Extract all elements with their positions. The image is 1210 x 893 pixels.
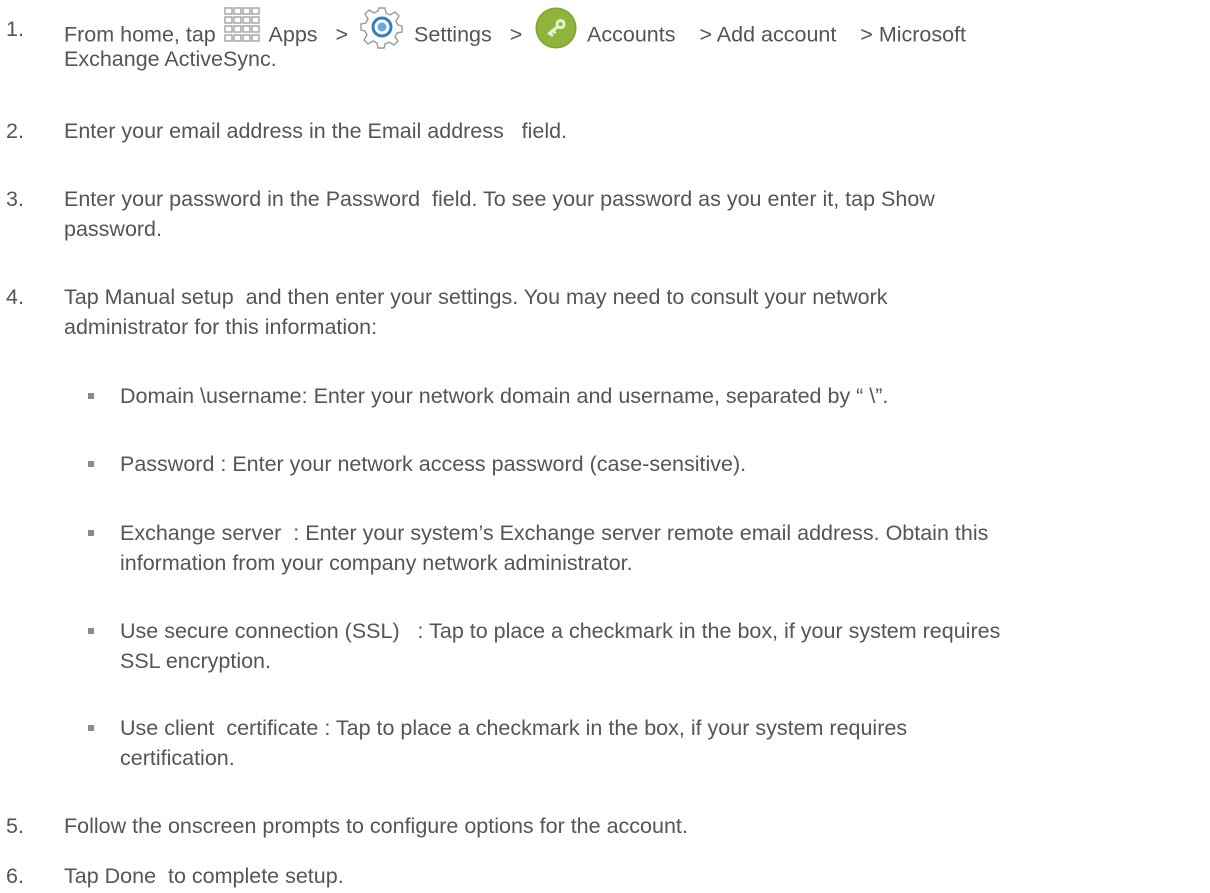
step-number: 4.	[6, 285, 24, 309]
substep-line: Domain \username: Enter your network dom…	[120, 384, 889, 408]
bullet-marker	[88, 530, 94, 536]
step-number: 3.	[6, 187, 24, 211]
step-line: Enter your password in the Password fiel…	[64, 187, 935, 211]
add-account-text: > Add account	[699, 22, 837, 47]
step-line: administrator for this information:	[64, 315, 378, 339]
step-line: Enter your email address in the Email ad…	[64, 119, 568, 143]
substep-line: Use secure connection (SSL) : Tap to pla…	[120, 619, 1001, 643]
step-line: Tap Manual setup and then enter your set…	[64, 285, 888, 309]
step-number: 1.	[6, 17, 24, 41]
substep-line: certification.	[120, 746, 235, 770]
step-1: 1. From home, tap Apps > Settings > Acco…	[6, 7, 1196, 78]
bullet-marker	[88, 393, 94, 399]
substep-client-certificate: Use client certificate : Tap to place a …	[88, 713, 1198, 773]
substep-line: Exchange server : Enter your system’s Ex…	[120, 521, 989, 545]
step-line: Exchange ActiveSync.	[64, 47, 277, 71]
step-line: Tap Done to complete setup.	[64, 864, 344, 888]
step-2: 2. Enter your email address in the Email…	[6, 116, 1196, 146]
microsoft-text: > Microsoft	[860, 22, 967, 47]
step-3: 3. Enter your password in the Password f…	[6, 184, 1196, 244]
step-6: 6. Tap Done to complete setup.	[6, 861, 1196, 891]
step-5: 5. Follow the onscreen prompts to config…	[6, 811, 1196, 841]
separator: >	[335, 22, 349, 47]
step-4: 4. Tap Manual setup and then enter your …	[6, 282, 1196, 342]
bullet-marker	[88, 461, 94, 467]
step-number: 5.	[6, 814, 24, 838]
step-line: Follow the onscreen prompts to configure…	[64, 814, 688, 838]
settings-gear-icon	[360, 6, 404, 50]
step-line: password.	[64, 217, 162, 241]
accounts-label: Accounts	[587, 22, 676, 47]
bullet-marker	[88, 725, 94, 731]
step-number: 2.	[6, 119, 24, 143]
settings-label: Settings	[414, 22, 492, 47]
step-number: 6.	[6, 864, 24, 888]
substep-exchange-server: Exchange server : Enter your system’s Ex…	[88, 518, 1198, 578]
substep-domain-username: Domain \username: Enter your network dom…	[88, 381, 1198, 411]
bullet-marker	[88, 628, 94, 634]
substep-use-ssl: Use secure connection (SSL) : Tap to pla…	[88, 616, 1198, 676]
accounts-key-icon	[534, 6, 578, 50]
substep-line: Use client certificate : Tap to place a …	[120, 716, 908, 740]
separator: >	[509, 22, 523, 47]
substep-password: Password : Enter your network access pas…	[88, 449, 1198, 479]
substep-line: Password : Enter your network access pas…	[120, 452, 747, 476]
substep-line: information from your company network ad…	[120, 551, 633, 575]
substep-line: SSL encryption.	[120, 649, 271, 673]
